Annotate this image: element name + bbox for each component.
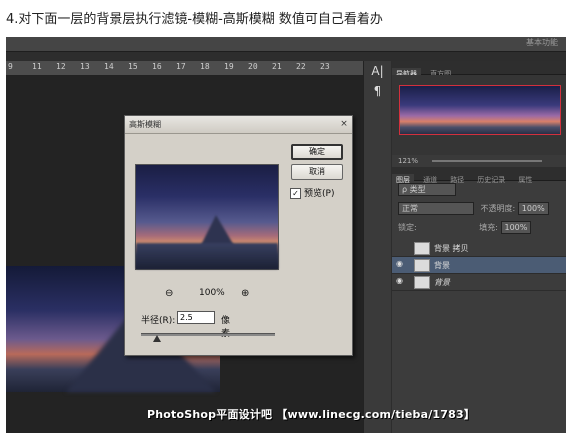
ruler-tick: 13 [80, 62, 90, 71]
ruler-tick: 19 [224, 62, 234, 71]
tutorial-caption: 4.对下面一层的背景层执行滤镜-模糊-高斯模糊 数值可自己看着办 [6, 12, 383, 27]
blend-mode-select[interactable]: 正常 [398, 202, 474, 215]
navigator-tabs: 导航器 直方图 [392, 61, 566, 81]
ruler-tick: 17 [176, 62, 186, 71]
ruler-tick: 15 [128, 62, 138, 71]
layer-row[interactable]: 背景 拷贝 [392, 240, 566, 257]
radius-slider[interactable] [141, 333, 275, 342]
ok-button[interactable]: 确定 [291, 144, 343, 160]
ruler-tick: 12 [56, 62, 66, 71]
navigator-panel [392, 75, 566, 155]
ruler-tick: 22 [296, 62, 306, 71]
radius-label: 半径(R): [141, 316, 176, 326]
navigator-zoom-row: 121% [392, 155, 566, 167]
layer-thumbnail [414, 259, 430, 272]
watermark-text: PhotoShop平面设计吧 【www.linecg.com/tieba/178… [147, 408, 476, 421]
visibility-toggle[interactable] [396, 242, 406, 252]
layer-row[interactable]: ◉ 背景 [392, 257, 566, 274]
layer-thumbnail [414, 276, 430, 289]
preview-checkbox[interactable]: ✓ 预览(P) [290, 186, 334, 199]
lock-row: 锁定: 填充: 100% [392, 221, 566, 237]
ruler-tick: 21 [272, 62, 282, 71]
layer-name: 背景 [434, 261, 450, 270]
ruler-tick: 18 [200, 62, 210, 71]
dialog-title: 高斯模糊 [125, 116, 352, 134]
zoom-percent: 100% [199, 288, 225, 298]
ruler-tick: 11 [32, 62, 42, 71]
opacity-input[interactable]: 100% [517, 202, 549, 215]
eye-icon[interactable]: ◉ [396, 259, 406, 269]
checkbox-box[interactable]: ✓ [290, 188, 301, 199]
navigator-zoom-value[interactable]: 121% [398, 157, 418, 165]
blur-preview[interactable] [135, 164, 279, 270]
ruler-tick: 23 [320, 62, 330, 71]
radius-row: 半径(R): 像素 [141, 311, 230, 339]
paragraph-panel-icon[interactable]: ¶ [364, 81, 391, 101]
navigator-thumbnail[interactable] [399, 85, 561, 135]
layer-name: 背景 [434, 278, 450, 287]
photoshop-window: 基本功能 9 11 12 13 14 15 16 17 18 19 20 21 … [6, 37, 566, 433]
eye-icon[interactable]: ◉ [396, 276, 406, 286]
ruler-tick: 20 [248, 62, 258, 71]
horizontal-ruler: 9 11 12 13 14 15 16 17 18 19 20 21 22 23 [6, 61, 363, 76]
ruler-tick: 14 [104, 62, 114, 71]
layer-kind-select[interactable]: ρ 类型 [398, 183, 456, 196]
fill-label: 填充: [479, 223, 498, 232]
preview-label: 预览(P) [304, 189, 335, 199]
close-icon[interactable]: × [339, 119, 349, 129]
layer-name: 背景 拷贝 [434, 244, 469, 253]
opacity-label: 不透明度: [480, 204, 516, 213]
blend-row: 正常 不透明度: 100% [392, 202, 566, 218]
preview-ground [136, 243, 278, 269]
ruler-tick: 16 [152, 62, 162, 71]
slider-knob-icon[interactable] [153, 335, 162, 342]
lock-label: 锁定: [398, 223, 417, 232]
collapsed-panel-strip: A| ¶ [363, 61, 391, 433]
zoom-in-icon[interactable]: ⊕ [241, 288, 249, 299]
layer-thumbnail [414, 242, 430, 255]
navigator-zoom-slider[interactable] [432, 160, 542, 162]
top-bar: 基本功能 [6, 37, 566, 52]
layer-filter-row: ρ 类型 [392, 183, 566, 199]
fill-input[interactable]: 100% [500, 221, 532, 234]
workspace-label[interactable]: 基本功能 [526, 37, 558, 48]
zoom-controls: ⊖ 100% ⊕ [155, 288, 275, 302]
layers-tabs: 图层 通道 路径 历史记录 属性 [392, 167, 566, 187]
right-panel: 导航器 直方图 121% 图层 通道 路径 历史记录 属性 ρ 类型 正常 不透… [392, 61, 566, 433]
gaussian-blur-dialog: 高斯模糊 × 确定 取消 ✓预览(P) ⊖ 100% ⊕ 半径(R): 像素 [124, 115, 353, 356]
zoom-out-icon[interactable]: ⊖ [165, 288, 173, 299]
cancel-button[interactable]: 取消 [291, 164, 343, 180]
layer-row[interactable]: ◉ 背景 [392, 274, 566, 291]
character-panel-icon[interactable]: A| [364, 61, 391, 81]
radius-input[interactable] [177, 311, 215, 324]
ruler-tick: 9 [8, 62, 13, 71]
